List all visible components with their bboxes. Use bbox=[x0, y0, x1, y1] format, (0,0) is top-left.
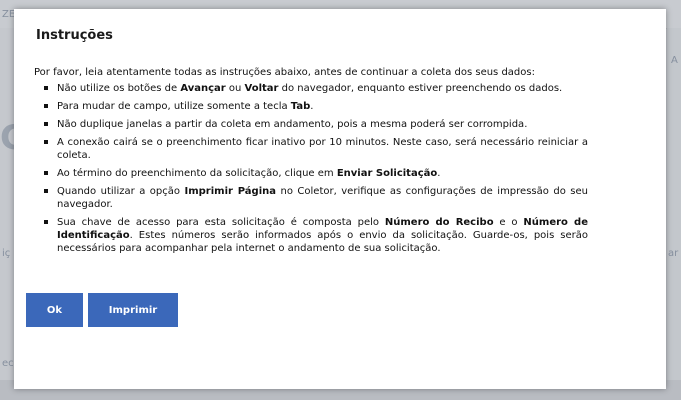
instruction-text: Não utilize os botões de bbox=[57, 83, 181, 94]
instruction-emphasis: Tab bbox=[290, 101, 311, 112]
bullet-icon bbox=[44, 140, 48, 144]
dialog-title: Instruções bbox=[36, 28, 113, 43]
instruction-emphasis: Avançar bbox=[180, 83, 226, 94]
instruction-item: Sua chave de acesso para esta solicitaçã… bbox=[34, 216, 588, 255]
instruction-text: Ao término do preenchimento da solicitaç… bbox=[57, 168, 337, 179]
instructions-list: Não utilize os botões de Avançar ou Volt… bbox=[34, 82, 588, 255]
instruction-emphasis: Enviar Solicitação bbox=[336, 168, 438, 179]
instruction-item: Quando utilizar a opção Imprimir Página … bbox=[34, 185, 588, 211]
bullet-icon bbox=[44, 171, 48, 175]
ok-button[interactable]: Ok bbox=[26, 293, 83, 327]
instruction-text: e o bbox=[493, 217, 524, 228]
instruction-text: . bbox=[437, 168, 441, 179]
instruction-text: . Estes números serão informados após o … bbox=[57, 230, 588, 254]
instruction-text: Para mudar de campo, utilize somente a t… bbox=[57, 101, 291, 112]
instruction-text: ou bbox=[225, 83, 245, 94]
print-button[interactable]: Imprimir bbox=[88, 293, 178, 327]
instruction-item: Para mudar de campo, utilize somente a t… bbox=[34, 100, 588, 113]
instruction-emphasis: Voltar bbox=[244, 83, 279, 94]
instruction-text: Quando utilizar a opção bbox=[57, 186, 185, 197]
instruction-emphasis: Imprimir Página bbox=[184, 186, 277, 197]
instruction-text: Sua chave de acesso para esta solicitaçã… bbox=[57, 217, 385, 228]
bullet-icon bbox=[44, 122, 48, 126]
instruction-item: Ao término do preenchimento da solicitaç… bbox=[34, 167, 588, 180]
bullet-icon bbox=[44, 86, 48, 90]
instruction-item: A conexão cairá se o preenchimento ficar… bbox=[34, 136, 588, 162]
instruction-text: A conexão cairá se o preenchimento ficar… bbox=[57, 137, 588, 161]
instruction-text: Não duplique janelas a partir da coleta … bbox=[57, 119, 528, 130]
dialog-body: Por favor, leia atentamente todas as ins… bbox=[34, 66, 588, 260]
instruction-item: Não utilize os botões de Avançar ou Volt… bbox=[34, 82, 588, 95]
instruction-emphasis: Número do Recibo bbox=[384, 217, 494, 228]
instruction-item: Não duplique janelas a partir da coleta … bbox=[34, 118, 588, 131]
instruction-text: do navegador, enquanto estiver preenchen… bbox=[278, 83, 563, 94]
instructions-dialog: Instruções Por favor, leia atentamente t… bbox=[14, 9, 666, 389]
bullet-icon bbox=[44, 189, 48, 193]
bullet-icon bbox=[44, 220, 48, 224]
bullet-icon bbox=[44, 104, 48, 108]
instruction-text: . bbox=[310, 101, 314, 112]
dialog-intro: Por favor, leia atentamente todas as ins… bbox=[34, 67, 535, 78]
